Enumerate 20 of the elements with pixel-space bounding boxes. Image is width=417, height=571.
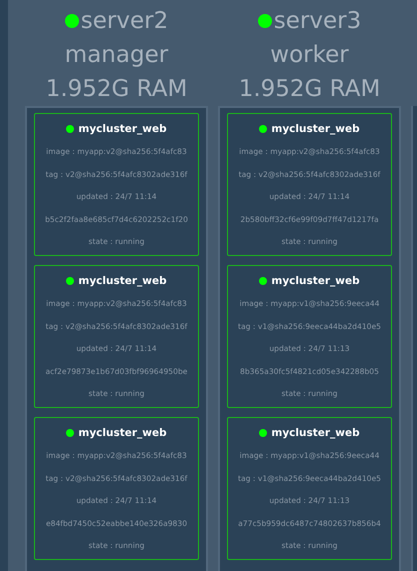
- service-name: mycluster_web: [78, 274, 167, 286]
- status-dot-icon: [66, 124, 74, 132]
- node-name: server2: [80, 7, 168, 36]
- status-dot-icon: [259, 124, 268, 132]
- service-name: mycluster_web: [78, 426, 167, 438]
- status-dot-icon: [259, 276, 268, 284]
- node-role: manager: [64, 41, 168, 70]
- node-ram: 1.952G RAM: [46, 75, 188, 104]
- service-name: mycluster_web: [271, 426, 360, 438]
- node-name: server3: [274, 7, 362, 36]
- service-name: mycluster_web: [271, 274, 360, 286]
- status-dot-icon: [258, 14, 272, 28]
- status-dot-icon: [64, 14, 79, 28]
- node-role: worker: [270, 41, 349, 70]
- status-dot-icon: [66, 428, 74, 436]
- node-ram: 1.952G RAM: [238, 75, 380, 104]
- status-dot-icon: [66, 276, 74, 284]
- service-name: mycluster_web: [271, 122, 360, 134]
- service-name: mycluster_web: [78, 122, 167, 134]
- status-dot-icon: [259, 428, 268, 436]
